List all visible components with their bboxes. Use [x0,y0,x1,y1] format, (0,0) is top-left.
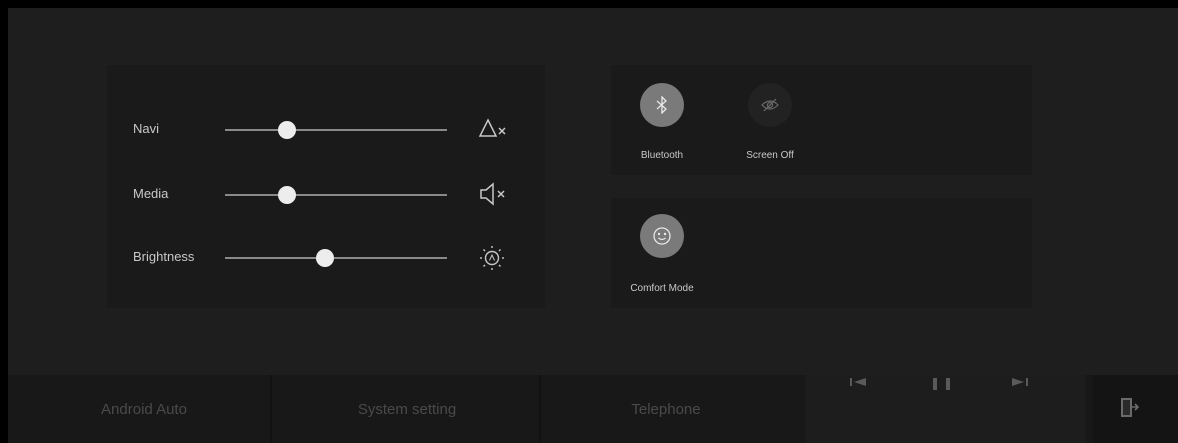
pause-icon[interactable] [930,378,954,390]
comfort-panel: Comfort Mode [611,198,1032,308]
comfort-mode-toggle[interactable]: Comfort Mode [615,198,705,308]
screen-off-label: Screen Off [746,150,794,161]
screen: Android Auto System setting Telephone Na… [8,8,1178,443]
screen-off-icon [761,98,779,112]
navi-volume-label: Navi [133,121,160,136]
navi-volume-thumb[interactable] [278,121,297,139]
exit-icon [1121,398,1140,417]
media-controls [805,375,1085,443]
sliders-panel: Navi Media Brightness [107,65,545,308]
screen-off-button[interactable] [748,83,792,127]
bluetooth-icon [656,96,667,114]
telephone-button[interactable]: Telephone [541,375,791,443]
media-volume-row: Media [107,175,545,215]
android-auto-button[interactable]: Android Auto [8,375,280,443]
system-setting-button[interactable]: System setting [272,375,542,443]
brightness-row: Brightness [107,238,545,278]
bluetooth-toggle[interactable]: Bluetooth [615,65,705,175]
bottom-bar: Android Auto System setting Telephone [8,375,1178,443]
media-mute-icon[interactable] [478,181,508,209]
quick-settings-overlay: Navi Media Brightness Bluetooth Screen O… [8,8,1178,375]
navi-mute-icon[interactable] [478,116,508,144]
android-auto-label: Android Auto [101,400,187,418]
toggles-panel: Bluetooth Screen Off [611,65,1032,175]
bluetooth-label: Bluetooth [640,150,684,161]
brightness-thumb[interactable] [315,249,334,267]
media-volume-thumb[interactable] [278,186,297,204]
navi-volume-slider[interactable] [225,121,447,139]
brightness-label: Brightness [133,249,195,264]
comfort-mode-button[interactable] [640,214,684,258]
exit-button[interactable] [1093,375,1178,443]
media-volume-label: Media [133,186,169,201]
next-icon[interactable] [1008,378,1030,390]
previous-icon[interactable] [848,378,870,390]
screen-off-toggle[interactable]: Screen Off [723,65,813,175]
bluetooth-button[interactable] [640,83,684,127]
media-volume-slider[interactable] [225,186,447,204]
brightness-auto-icon[interactable] [478,244,508,272]
system-setting-label: System setting [357,400,457,418]
comfort-mode-icon [653,227,671,245]
navi-volume-row: Navi [107,110,545,150]
telephone-label: Telephone [631,400,701,418]
comfort-mode-label: Comfort Mode [630,283,694,294]
brightness-slider[interactable] [225,249,447,267]
